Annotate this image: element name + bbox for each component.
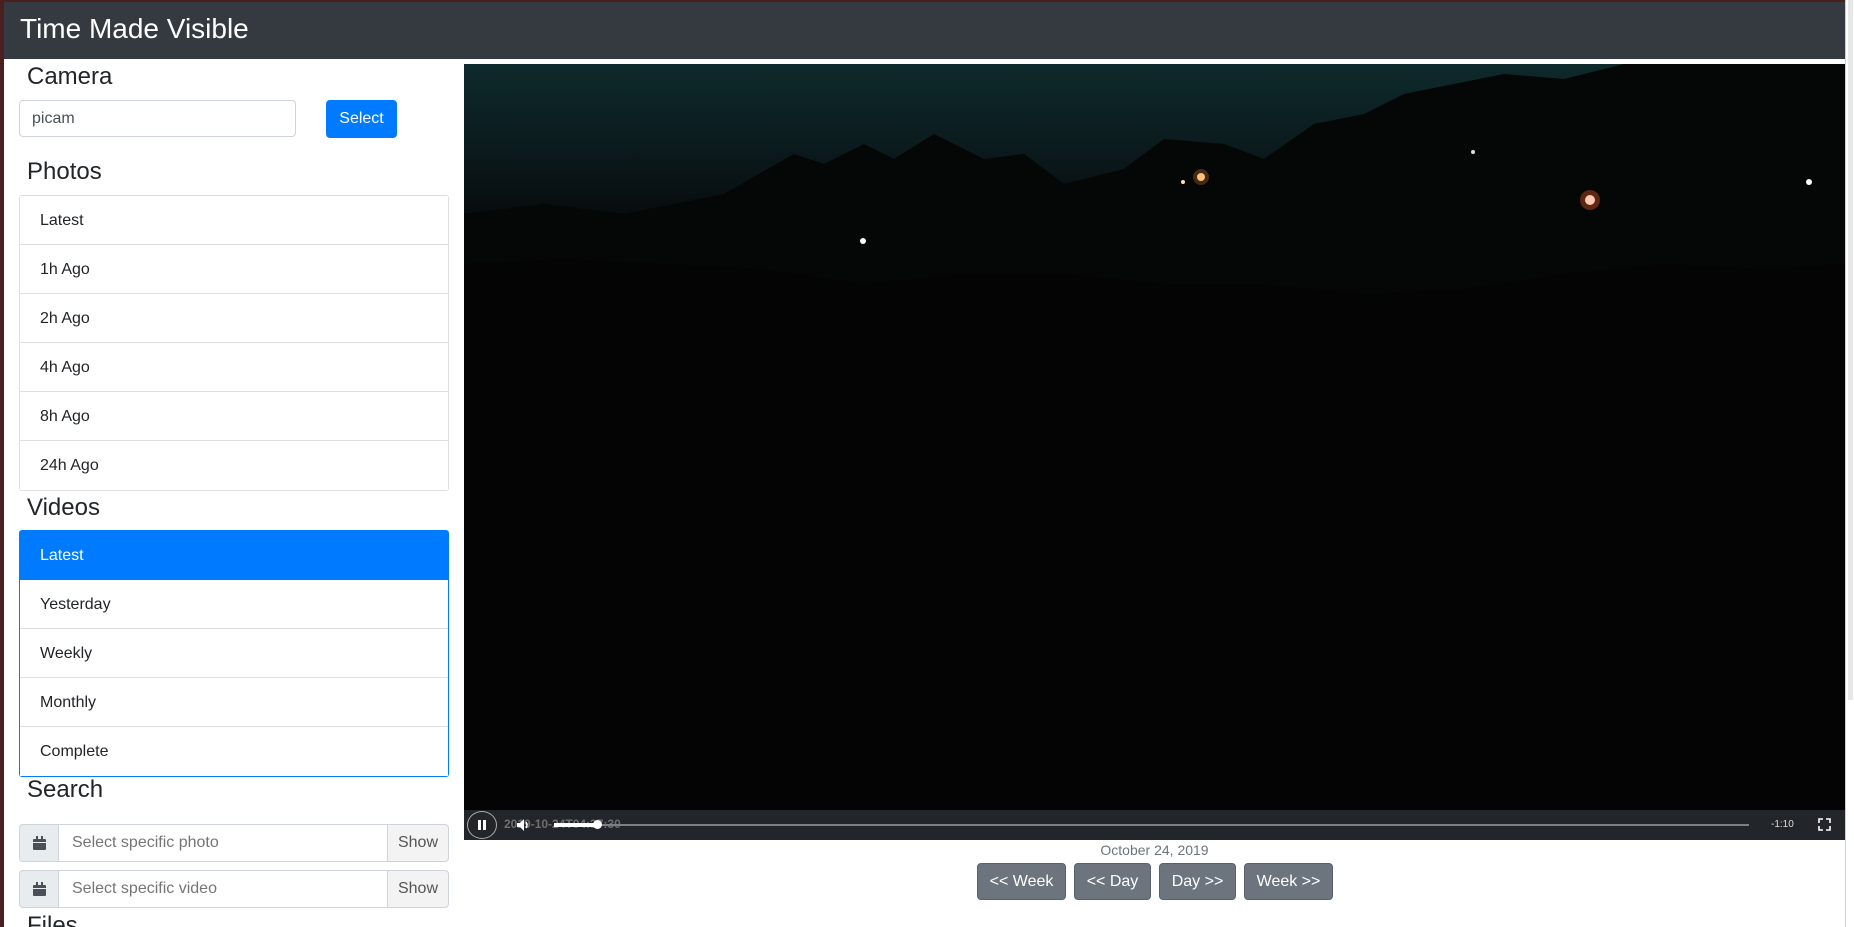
fullscreen-icon[interactable] [1818,818,1831,831]
videos-item-complete[interactable]: Complete [20,727,448,776]
camera-heading: Camera [27,63,113,90]
pause-icon [478,820,481,830]
videos-list: Latest Yesterday Weekly Monthly Complete [19,530,449,777]
photo-search-group: Show [19,824,449,862]
photos-item-2h-ago[interactable]: 2h Ago [20,294,448,343]
photo-date-input[interactable] [58,824,388,862]
seek-bar[interactable] [554,820,1749,829]
next-week-button[interactable]: Week >> [1244,863,1333,900]
show-video-button[interactable]: Show [387,870,449,908]
videos-item-monthly[interactable]: Monthly [20,678,448,727]
app-title[interactable]: Time Made Visible [20,11,249,47]
navbar: Time Made Visible [4,2,1845,59]
window-frame-left [0,0,4,927]
photos-item-4h-ago[interactable]: 4h Ago [20,343,448,392]
video-player[interactable]: 2019-10-24T04:37:30 -1:10 [464,64,1845,840]
video-date-input[interactable] [58,870,388,908]
seek-handle[interactable] [593,820,603,829]
sidebar: Camera Select Photos Latest 1h Ago 2h Ag… [19,59,450,927]
select-camera-button[interactable]: Select [326,100,397,138]
video-controls: 2019-10-24T04:37:30 -1:10 [464,810,1845,840]
seek-progress [554,823,598,827]
previous-week-button[interactable]: << Week [977,863,1066,900]
next-day-button[interactable]: Day >> [1159,863,1236,900]
volume-icon[interactable] [516,818,530,832]
time-remaining: -1:10 [1771,819,1794,830]
previous-day-button[interactable]: << Day [1074,863,1151,900]
files-heading: Files [27,912,78,927]
show-photo-button[interactable]: Show [387,824,449,862]
photos-item-1h-ago[interactable]: 1h Ago [20,245,448,294]
videos-item-weekly[interactable]: Weekly [20,629,448,678]
video-search-group: Show [19,870,449,908]
page-scrollbar[interactable] [1845,0,1854,927]
videos-heading: Videos [27,494,100,521]
photo-calendar-addon[interactable] [19,824,59,862]
videos-item-yesterday[interactable]: Yesterday [20,580,448,629]
video-frame [464,64,1845,810]
photos-heading: Photos [27,158,102,185]
scrollbar-thumb[interactable] [1848,0,1853,700]
videos-item-latest[interactable]: Latest [20,531,448,580]
calendar-icon [32,836,46,850]
calendar-icon [32,882,46,896]
photos-list: Latest 1h Ago 2h Ago 4h Ago 8h Ago 24h A… [19,195,449,491]
photos-item-8h-ago[interactable]: 8h Ago [20,392,448,441]
photos-item-latest[interactable]: Latest [20,196,448,245]
pause-button[interactable] [467,811,497,839]
search-heading: Search [27,776,104,803]
photos-item-24h-ago[interactable]: 24h Ago [20,441,448,490]
video-date-label: October 24, 2019 [1100,842,1209,858]
video-calendar-addon[interactable] [19,870,59,908]
camera-input[interactable] [19,100,296,137]
